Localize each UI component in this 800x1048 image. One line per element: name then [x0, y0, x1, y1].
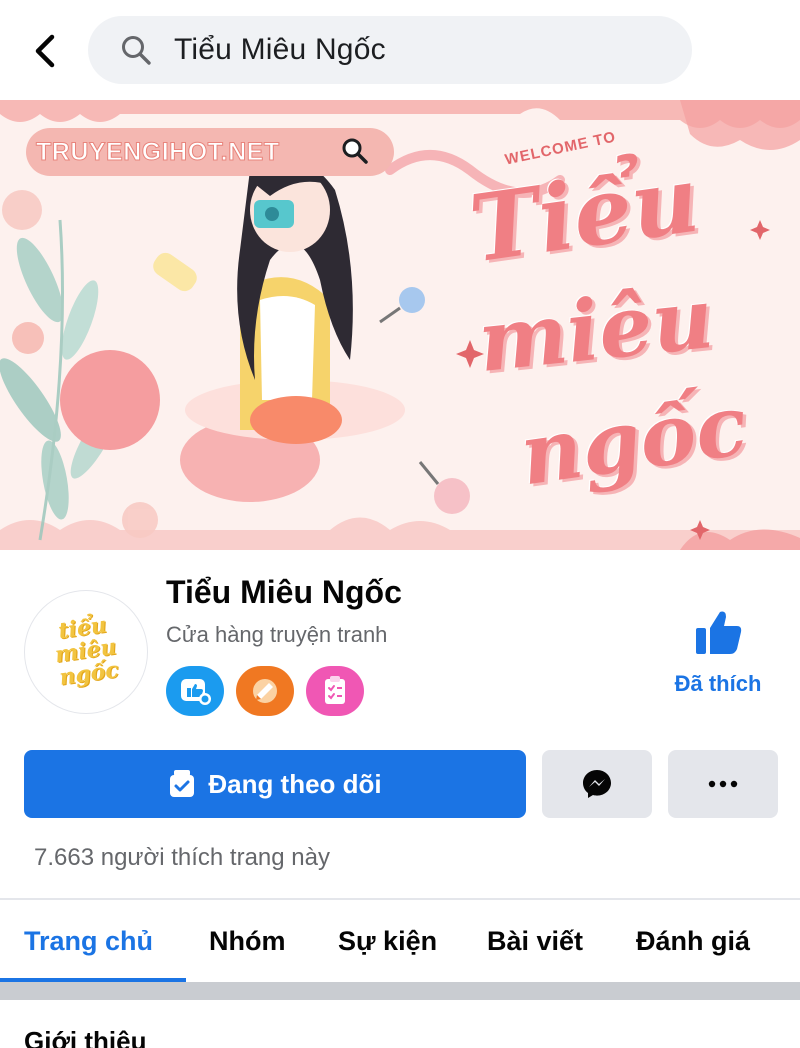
tab-reviews[interactable]: Đánh giá — [636, 926, 750, 957]
cover-search-icon — [340, 136, 370, 166]
section-separator — [0, 982, 800, 1000]
messenger-icon — [583, 770, 611, 798]
top-fan-badge-icon[interactable] — [236, 666, 294, 716]
more-dots-icon — [708, 780, 738, 788]
cover-photo[interactable]: TRUYENGIHOT.NET WELCOME TO Tiểu miêu ngố… — [0, 100, 800, 550]
more-options-button[interactable] — [668, 750, 778, 818]
page-avatar[interactable]: tiểu miêu ngốc — [24, 590, 148, 714]
page-title: Tiểu Miêu Ngốc — [166, 574, 402, 610]
tab-groups[interactable]: Nhóm — [209, 926, 286, 957]
back-arrow-icon — [35, 34, 55, 68]
liked-label: Đã thích — [674, 671, 762, 696]
top-bar: Tiểu Miêu Ngốc — [0, 0, 800, 100]
page-likes-count[interactable]: 7.663 người thích trang này — [34, 844, 330, 872]
checklist-badge-icon[interactable] — [306, 666, 364, 716]
tab-events[interactable]: Sự kiện — [338, 926, 437, 957]
responsive-badge-icon[interactable] — [166, 666, 224, 716]
liked-button[interactable]: Đã thích — [668, 608, 768, 697]
search-field[interactable]: Tiểu Miêu Ngốc — [88, 16, 692, 84]
page-tabs: Trang chủ Nhóm Sự kiện Bài viết Đánh giá — [0, 900, 800, 984]
avatar-logo-text: tiểu miêu ngốc — [53, 612, 121, 692]
following-button[interactable]: Đang theo dõi — [24, 750, 526, 818]
tab-posts[interactable]: Bài viết — [487, 926, 583, 957]
page-badges — [166, 666, 364, 716]
following-check-icon — [170, 770, 195, 797]
thumbs-up-icon — [696, 611, 742, 654]
search-icon — [118, 32, 154, 68]
tab-home[interactable]: Trang chủ — [24, 926, 153, 957]
messenger-button[interactable] — [542, 750, 652, 818]
cover-site-text: TRUYENGIHOT.NET — [36, 138, 280, 167]
intro-heading: Giới thiệu — [24, 1026, 147, 1048]
following-label: Đang theo dõi — [208, 768, 382, 799]
search-query[interactable]: Tiểu Miêu Ngốc — [174, 33, 386, 67]
page-category[interactable]: Cửa hàng truyện tranh — [166, 622, 387, 648]
back-button[interactable] — [22, 28, 68, 74]
